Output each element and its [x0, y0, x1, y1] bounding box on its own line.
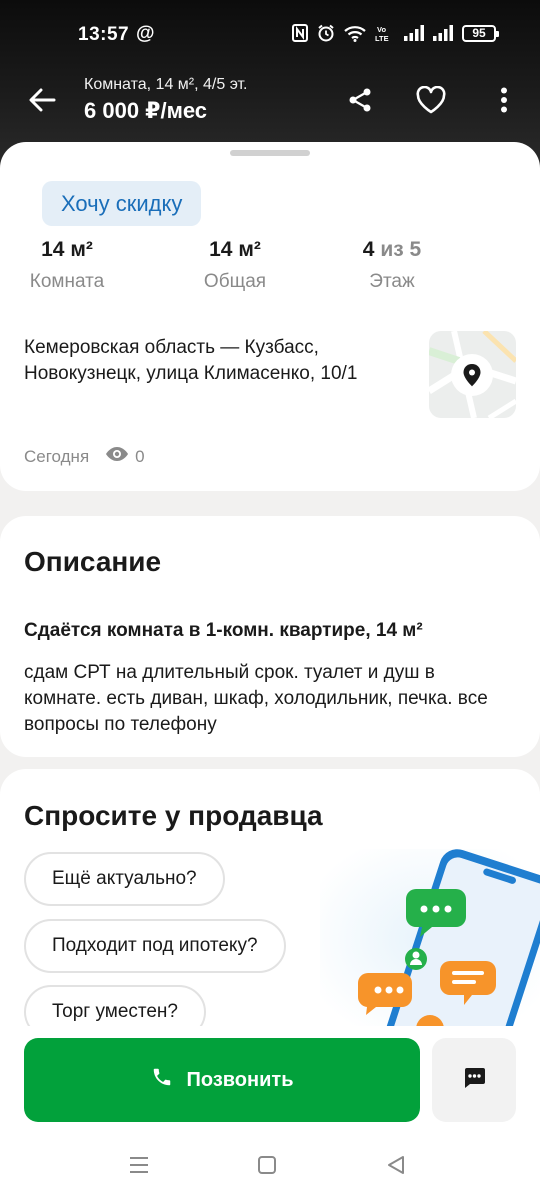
home-button[interactable]: [252, 1152, 282, 1182]
message-button[interactable]: [432, 1038, 516, 1122]
status-time: 13:57: [78, 24, 130, 45]
phone-icon: [151, 1066, 173, 1094]
more-button[interactable]: [484, 82, 524, 122]
status-icons: Vo LTE 95: [292, 24, 499, 42]
call-button[interactable]: Позвонить: [24, 1038, 420, 1122]
bottom-action-bar: Позвонить: [0, 1026, 540, 1136]
triangle-back-icon: [386, 1155, 406, 1180]
description-heading: Описание: [24, 546, 162, 577]
toolbar: Комната, 14 м², 4/5 эт. 6 000 ₽/мес: [0, 72, 540, 142]
back-button[interactable]: [22, 82, 62, 122]
description-text: сдам СРТ на длительный срок. туалет и ду…: [24, 662, 488, 735]
share-button[interactable]: [340, 82, 380, 122]
battery-indicator: 95: [462, 24, 499, 42]
question-chip-mortgage[interactable]: Подходит под ипотеку?: [24, 919, 286, 973]
listing-date: Сегодня: [24, 446, 90, 466]
status-email-indicator: @: [136, 23, 155, 44]
toolbar-titles: Комната, 14 м², 4/5 эт. 6 000 ₽/мес: [84, 76, 248, 124]
call-button-label: Позвонить: [186, 1068, 294, 1091]
eye-icon: [105, 446, 129, 467]
chat-phone-illustration: [320, 849, 540, 1069]
listing-price: 6 000 ₽/мес: [84, 98, 208, 123]
more-vertical-icon: [500, 87, 508, 118]
status-bar: 13:57 @ Vo LTE 95: [0, 0, 540, 72]
menu-lines-icon: [128, 1156, 150, 1179]
stat-room-area: 14 м² Комната: [22, 238, 112, 293]
share-icon: [347, 87, 373, 118]
stat-total-area-label: Общая: [203, 271, 267, 292]
description-card: Описание Сдаётся комната в 1-комн. кварт…: [0, 516, 540, 757]
stat-floor-value: 4 из 5: [352, 238, 432, 262]
ask-seller-heading: Спросите у продавца: [24, 800, 323, 831]
back-arrow-icon: [28, 88, 56, 117]
alarm-icon: [317, 24, 335, 42]
listing-meta: Сегодня 0: [24, 446, 145, 467]
description-title: Сдаётся комната в 1-комн. квартире, 14 м…: [24, 620, 423, 641]
stat-room-area-label: Комната: [29, 271, 105, 292]
svg-text:Vo: Vo: [377, 25, 386, 34]
signal-icon: [404, 25, 424, 41]
ask-seller-card: Спросите у продавца Ещё актуально? Подхо…: [0, 769, 540, 1069]
map-thumbnail[interactable]: [429, 331, 516, 418]
recent-apps-button[interactable]: [124, 1152, 154, 1182]
stat-floor-total: из 5: [380, 238, 422, 261]
square-icon: [257, 1155, 277, 1180]
person-icon: [405, 948, 427, 970]
heart-icon: [415, 85, 447, 119]
favorite-button[interactable]: [411, 82, 451, 122]
wifi-icon: [344, 25, 366, 42]
chat-icon: [461, 1065, 487, 1096]
volte-icon: Vo LTE: [375, 24, 395, 42]
svg-text:LTE: LTE: [375, 34, 389, 42]
view-count: 0: [135, 446, 145, 466]
nfc-icon: [292, 24, 308, 42]
listing-subtitle: Комната, 14 м², 4/5 эт.: [84, 76, 248, 93]
signal-icon: [433, 25, 453, 41]
system-back-button[interactable]: [381, 1152, 411, 1182]
discount-request-button[interactable]: Хочу скидку: [42, 181, 202, 226]
stat-room-area-value: 14 м²: [41, 238, 93, 261]
system-navigation-bar: [0, 1136, 540, 1200]
stat-floor-number: 4: [362, 238, 375, 261]
sheet-drag-handle[interactable]: [230, 150, 310, 156]
stat-total-area: 14 м² Общая: [190, 238, 280, 293]
listing-address[interactable]: Кемеровская область — Кузбасс, Новокузне…: [24, 335, 414, 387]
stat-total-area-value: 14 м²: [209, 238, 261, 261]
stat-floor-label: Этаж: [369, 271, 415, 292]
stat-floor: 4 из 5 Этаж: [352, 238, 432, 293]
summary-card: Хочу скидку 14 м² Комната 14 м² Общая 4 …: [0, 142, 540, 491]
question-chip-still-actual[interactable]: Ещё актуально?: [24, 852, 225, 906]
